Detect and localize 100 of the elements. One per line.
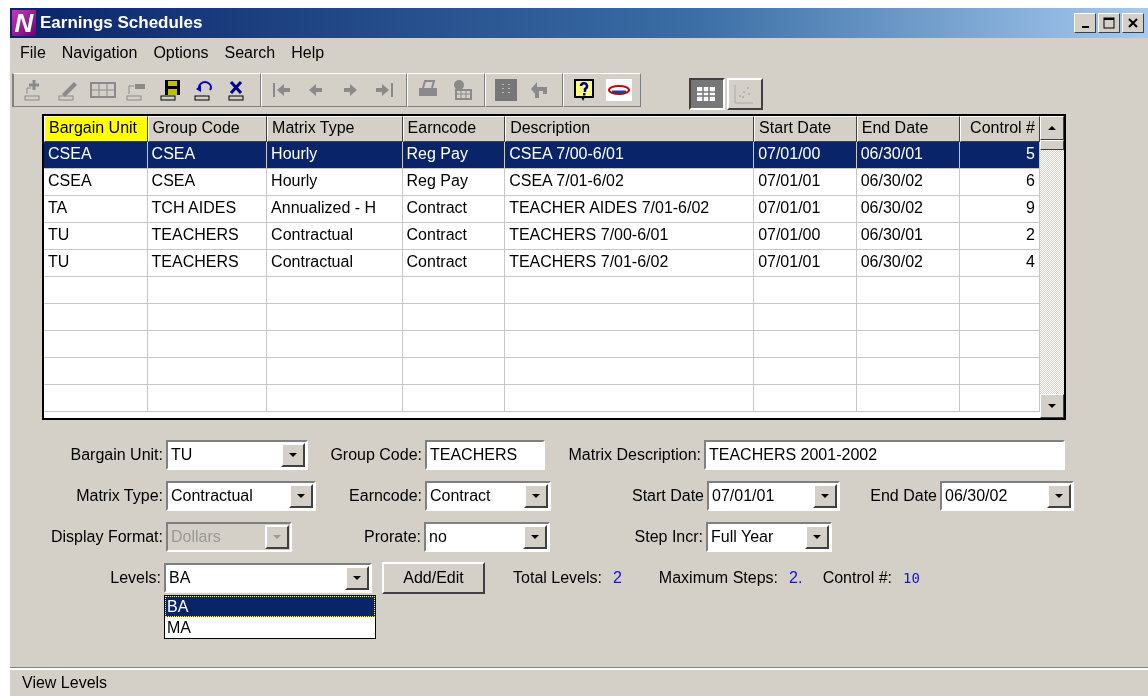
caret-icon [288, 452, 298, 458]
table-cell: 06/30/01 [856, 223, 961, 250]
up-arrow-icon [1047, 125, 1057, 131]
scroll-thumb[interactable] [1040, 140, 1064, 150]
dropdown-field[interactable]: Contract [425, 481, 551, 511]
table-cell: Reg Pay [402, 142, 506, 169]
table-cell: CSEA [44, 169, 148, 196]
caret-icon [296, 493, 306, 499]
dropdown-field[interactable]: TU [166, 440, 308, 470]
table-cell: CSEA [147, 142, 268, 169]
table-cell: 06/30/02 [856, 196, 961, 223]
table-cell: Contract [402, 196, 506, 223]
column-header[interactable]: Control # [960, 116, 1040, 142]
dropdown-field[interactable]: Contractual [166, 481, 316, 511]
column-header[interactable]: End Date [856, 116, 961, 142]
dropdown-field[interactable]: Full Year [706, 522, 832, 552]
column-header[interactable]: Group Code [147, 116, 268, 142]
field-value: 2 [612, 569, 623, 587]
minimize-button[interactable] [1074, 13, 1096, 33]
caret-icon [812, 534, 822, 540]
table-cell: 07/01/01 [754, 196, 857, 223]
table-cell: Reg Pay [402, 169, 506, 196]
dropdown-field[interactable]: 06/30/02 [940, 481, 1074, 511]
table-cell: 06/30/02 [856, 169, 961, 196]
menu-item[interactable]: File [12, 44, 54, 62]
table-cell: TCH AIDES [147, 196, 268, 223]
dropdown-option[interactable]: MA [165, 617, 375, 638]
table-cell: Contractual [267, 250, 403, 277]
field-label: Earncode: [348, 487, 423, 505]
table-cell: 07/01/01 [754, 250, 857, 277]
column-header[interactable]: Bargain Unit [44, 116, 148, 142]
field-label: Step Incr: [633, 528, 704, 546]
app-logo: N [12, 10, 36, 36]
column-header[interactable]: Earncode [402, 116, 506, 142]
field-label: Control #: [821, 569, 893, 587]
column-header[interactable]: Description [505, 116, 755, 142]
caret-icon [352, 575, 362, 581]
table-cell: TEACHERS 7/01-6/02 [505, 250, 755, 277]
dropdown-option[interactable]: BA [165, 596, 375, 617]
field-value: 10 [902, 570, 921, 586]
text-field[interactable]: TEACHERS [425, 440, 545, 470]
column-header[interactable]: Start Date [754, 116, 857, 142]
caret-icon [530, 534, 540, 540]
field-label: Matrix Description: [567, 446, 702, 464]
menu-item[interactable]: Search [216, 44, 284, 62]
toolbar-button[interactable] [604, 76, 634, 104]
table-cell: 06/30/01 [856, 142, 961, 169]
field-label: End Date [869, 487, 938, 505]
table-cell: TEACHERS [147, 250, 268, 277]
status-bar: View Levels [10, 668, 1148, 696]
minimize-icon [1081, 26, 1089, 28]
scrollbar[interactable] [1040, 116, 1064, 418]
scroll-down-button[interactable] [1040, 394, 1064, 418]
window-title: Earnings Schedules [40, 13, 204, 33]
dotted-square-icon [494, 78, 520, 102]
table-cell: Hourly [267, 142, 403, 169]
maximize-icon [1103, 17, 1115, 29]
caret-icon [272, 534, 282, 540]
table-cell: 07/01/00 [754, 142, 857, 169]
table-cell: Contract [402, 223, 506, 250]
field-label: Total Levels: [512, 569, 603, 587]
table-cell: Annualized - H [267, 196, 403, 223]
field-label: Levels: [109, 569, 162, 587]
table-cell: 5 [960, 142, 1040, 169]
table-cell: Hourly [267, 169, 403, 196]
table-cell: CSEA 7/01-6/02 [505, 169, 755, 196]
table-cell: 07/01/00 [754, 223, 857, 250]
table-cell: 07/01/01 [754, 169, 857, 196]
dropdown-field[interactable]: no [424, 522, 550, 552]
caret-icon [820, 493, 830, 499]
scroll-up-button[interactable] [1040, 116, 1064, 140]
down-arrow-icon [1047, 403, 1057, 409]
field-label: Display Format: [49, 528, 164, 546]
menu-item[interactable]: Navigation [53, 44, 146, 62]
field-label: Bargain Unit: [69, 446, 164, 464]
logo-icon [606, 78, 632, 102]
table-cell: CSEA 7/00-6/01 [505, 142, 755, 169]
table-cell: Contractual [267, 223, 403, 250]
dropdown-field[interactable]: 07/01/01 [707, 481, 840, 511]
text-field[interactable]: TEACHERS 2001-2002 [704, 440, 1065, 470]
maximize-button[interactable] [1098, 13, 1120, 33]
caret-icon [531, 493, 541, 499]
close-icon [1127, 17, 1139, 29]
table-cell: TU [44, 223, 148, 250]
table-cell: 06/30/02 [856, 250, 961, 277]
field-label: Maximum Steps: [657, 569, 779, 587]
field-value: 2. [788, 569, 804, 587]
add-edit-button[interactable]: Add/Edit [382, 562, 485, 594]
table-cell: CSEA [147, 169, 268, 196]
table-cell: Contract [402, 250, 506, 277]
table-cell: TEACHERS 7/00-6/01 [505, 223, 755, 250]
caret-icon [1054, 493, 1064, 499]
menu-item[interactable]: Options [145, 44, 217, 62]
column-header[interactable]: Matrix Type [267, 116, 403, 142]
field-label: Group Code: [329, 446, 423, 464]
close-button[interactable] [1122, 13, 1144, 33]
view-toggle-button[interactable] [689, 78, 725, 110]
table-cell: TEACHER AIDES 7/01-6/02 [505, 196, 755, 223]
menu-item[interactable]: Help [283, 44, 333, 62]
field-label: Start Date [630, 487, 705, 505]
